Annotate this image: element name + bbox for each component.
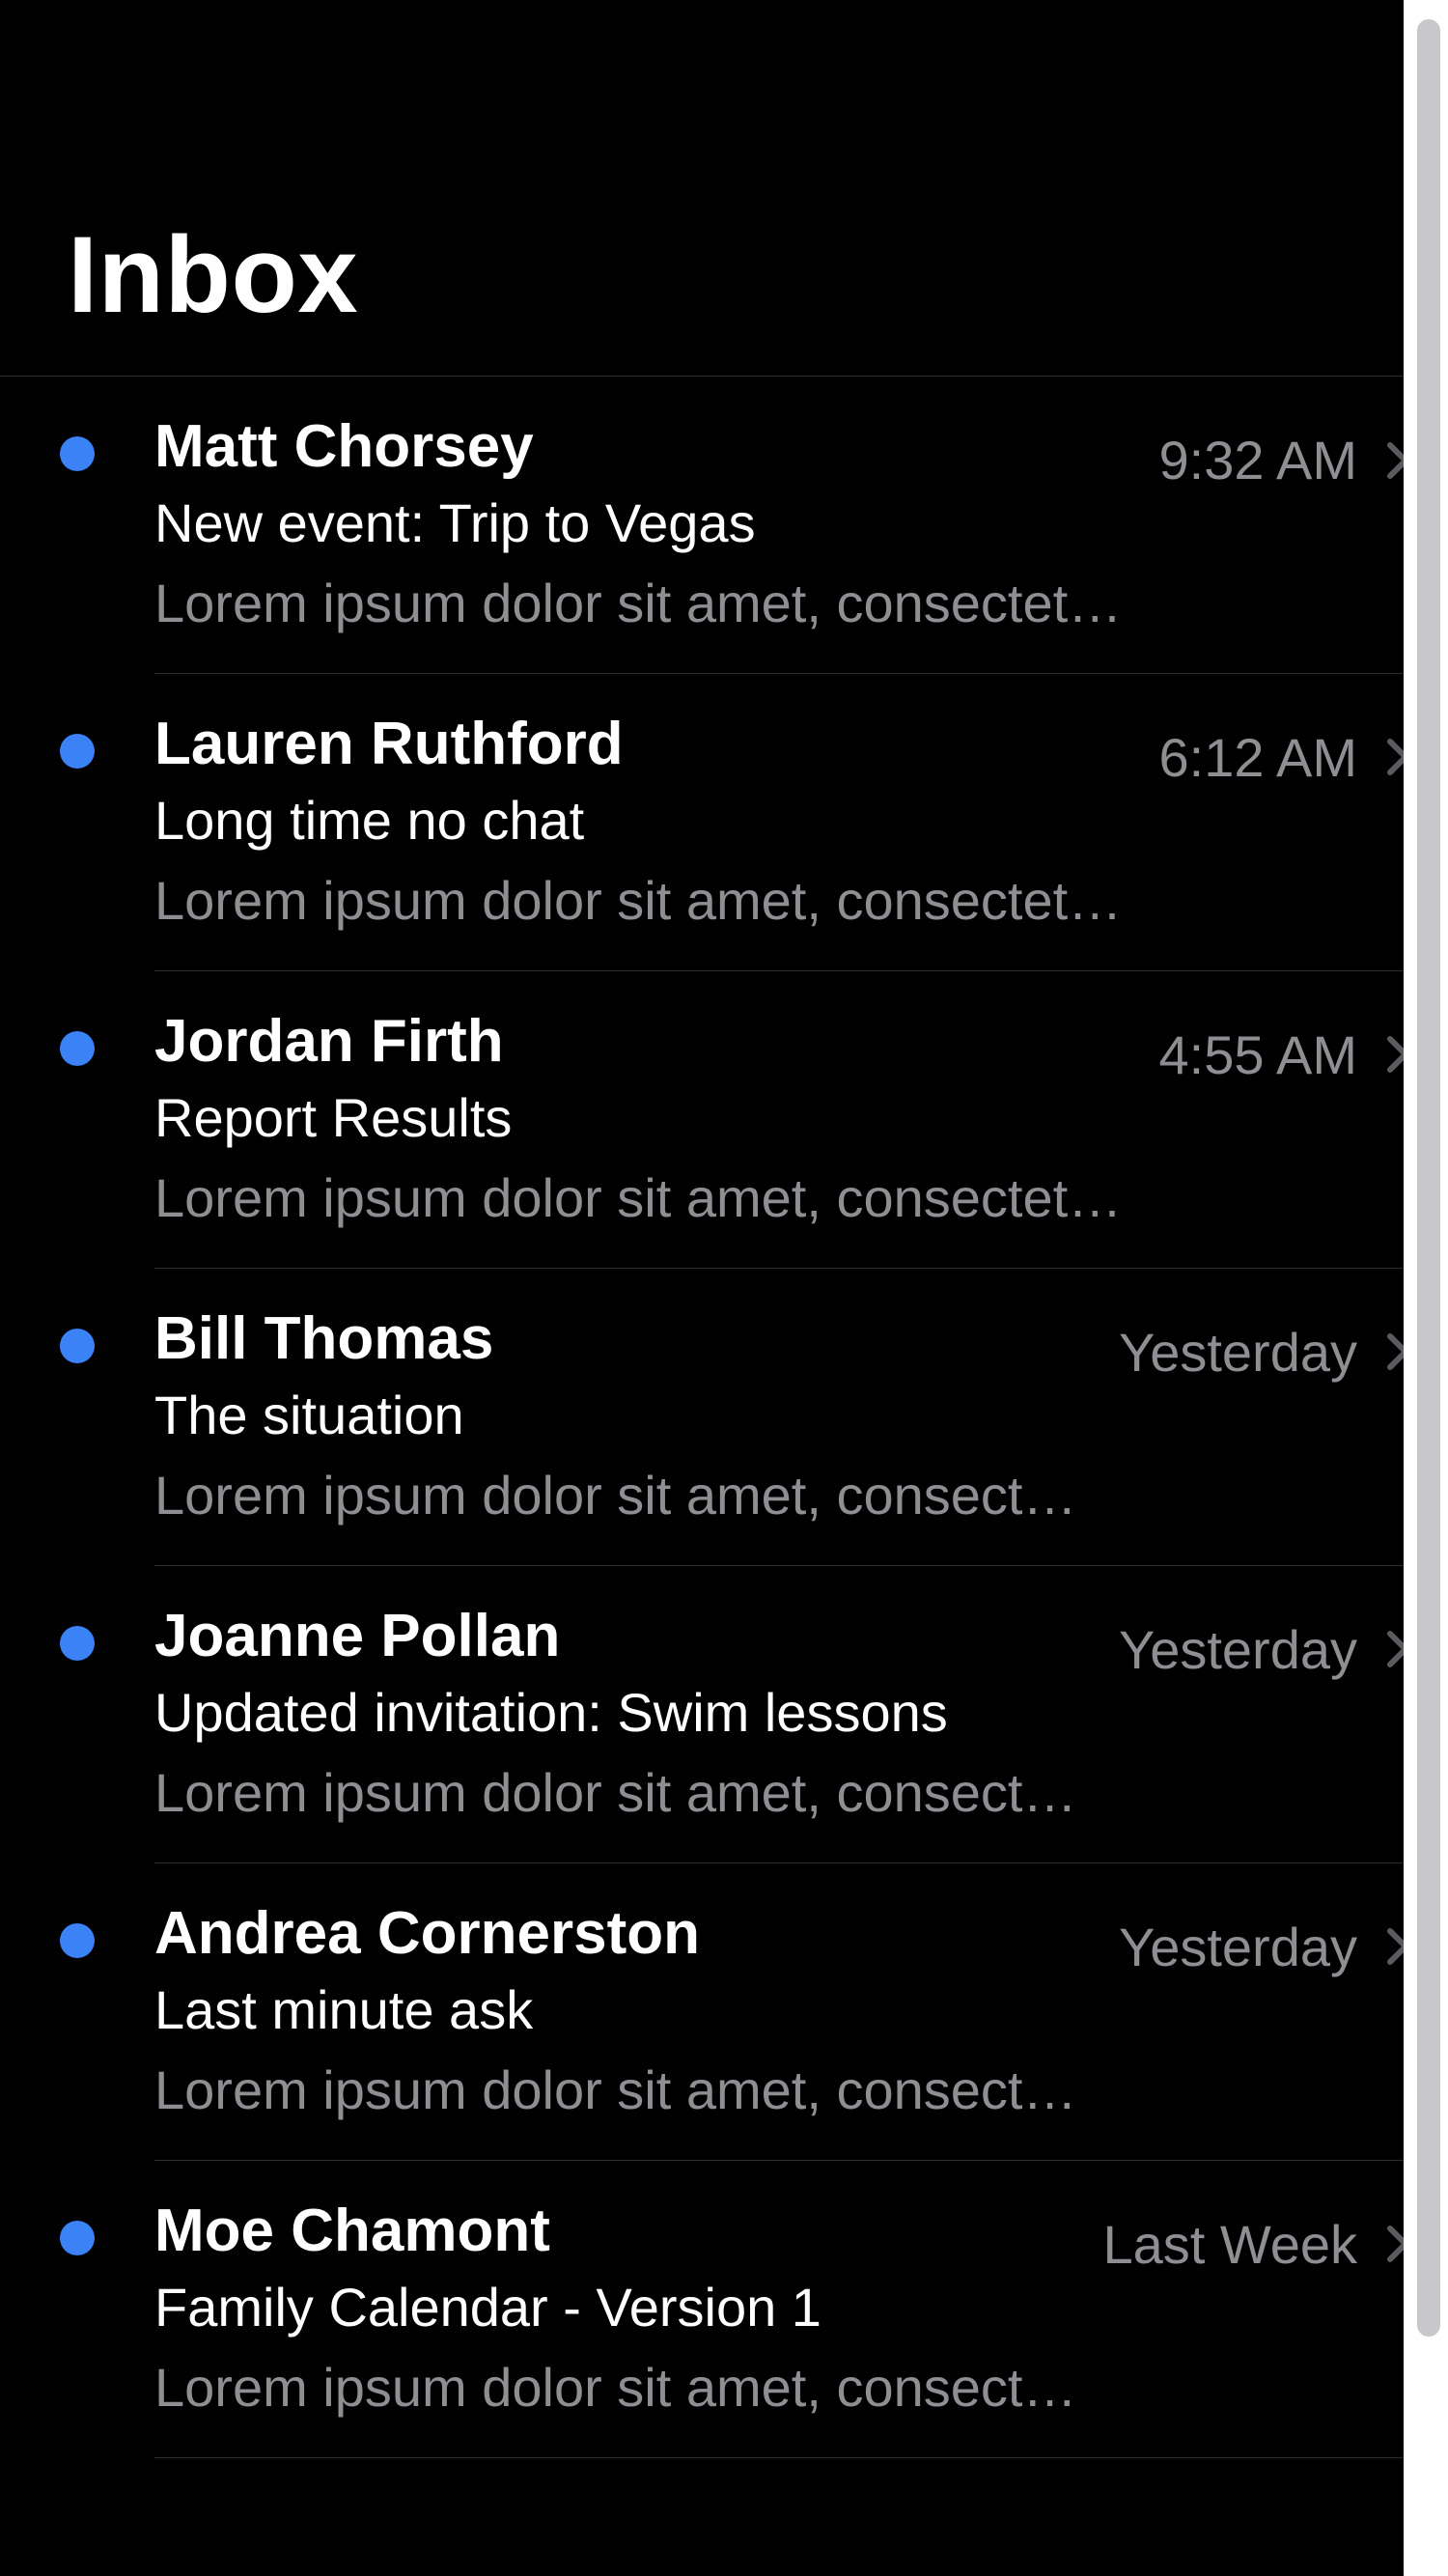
message-subject: Updated invitation: Swim lessons — [154, 1678, 1100, 1749]
message-subject: The situation — [154, 1381, 1100, 1451]
message-timestamp: 9:32 AM — [1159, 429, 1357, 491]
message-item[interactable]: Matt ChorseyNew event: Trip to Vegas Lore… — [0, 377, 1448, 674]
message-timestamp: Yesterday — [1119, 1618, 1357, 1681]
message-item[interactable]: Joanne PollanUpdated invitation: Swim le… — [0, 1566, 1448, 1863]
message-meta: Yesterday — [1119, 1898, 1409, 1978]
message-item[interactable]: Jordan FirthReport Results Lorem ipsum do… — [0, 971, 1448, 1269]
message-preview: Lorem ipsum dolor sit amet, consectetur … — [154, 1758, 1100, 1829]
inbox-viewport: Inbox Matt ChorseyNew event: Trip to Veg… — [0, 0, 1448, 2576]
message-item[interactable]: Bill ThomasThe situation Lorem ipsum dolo… — [0, 1269, 1448, 1566]
message-content: Lauren RuthfordLong time no chat Lorem ip… — [154, 709, 1159, 937]
message-sender: Moe Chamont — [154, 2196, 1083, 2267]
unread-dot-icon — [60, 1626, 95, 1661]
unread-indicator-column — [0, 1006, 154, 1066]
message-preview: Lorem ipsum dolor sit amet, consectetur … — [154, 1163, 1140, 1234]
unread-dot-icon — [60, 436, 95, 471]
scrollbar[interactable] — [1417, 19, 1440, 2337]
message-subject: Long time no chat — [154, 786, 1140, 856]
unread-dot-icon — [60, 2221, 95, 2255]
message-subject: Family Calendar - Version 1 — [154, 2273, 1083, 2343]
message-sender: Lauren Ruthford — [154, 709, 1140, 780]
message-content: Moe ChamontFamily Calendar - Version 1 Lo… — [154, 2196, 1102, 2423]
message-content: Andrea CornerstonLast minute ask Lorem ip… — [154, 1898, 1119, 2126]
message-content: Joanne PollanUpdated invitation: Swim le… — [154, 1601, 1119, 1829]
message-sender: Jordan Firth — [154, 1006, 1140, 1078]
message-content: Jordan FirthReport Results Lorem ipsum do… — [154, 1006, 1159, 1234]
message-meta: 9:32 AM — [1159, 411, 1409, 491]
message-timestamp: 6:12 AM — [1159, 726, 1357, 789]
unread-indicator-column — [0, 2196, 154, 2255]
unread-indicator-column — [0, 709, 154, 769]
message-sender: Matt Chorsey — [154, 411, 1140, 483]
message-meta: 4:55 AM — [1159, 1006, 1409, 1086]
unread-dot-icon — [60, 1923, 95, 1958]
message-sender: Joanne Pollan — [154, 1601, 1100, 1672]
message-preview: Lorem ipsum dolor sit amet, consectetur … — [154, 1461, 1100, 1531]
message-timestamp: Yesterday — [1119, 1321, 1357, 1384]
message-meta: Last Week — [1102, 2196, 1409, 2276]
message-item[interactable]: Lauren RuthfordLong time no chat Lorem ip… — [0, 674, 1448, 971]
message-timestamp: Yesterday — [1119, 1916, 1357, 1978]
message-sender: Andrea Cornerston — [154, 1898, 1100, 1970]
unread-dot-icon — [60, 1329, 95, 1363]
message-meta: Yesterday — [1119, 1303, 1409, 1384]
message-list[interactable]: Matt ChorseyNew event: Trip to Vegas Lore… — [0, 377, 1448, 2458]
message-meta: Yesterday — [1119, 1601, 1409, 1681]
message-timestamp: 4:55 AM — [1159, 1023, 1357, 1086]
message-item[interactable]: Moe ChamontFamily Calendar - Version 1 Lo… — [0, 2161, 1448, 2458]
unread-indicator-column — [0, 1601, 154, 1661]
message-subject: Report Results — [154, 1083, 1140, 1154]
message-subject: New event: Trip to Vegas — [154, 489, 1140, 559]
message-preview: Lorem ipsum dolor sit amet, consectetur … — [154, 2353, 1083, 2423]
unread-dot-icon — [60, 1031, 95, 1066]
unread-indicator-column — [0, 1898, 154, 1958]
message-content: Matt ChorseyNew event: Trip to Vegas Lore… — [154, 411, 1159, 639]
message-meta: 6:12 AM — [1159, 709, 1409, 789]
unread-dot-icon — [60, 734, 95, 769]
message-preview: Lorem ipsum dolor sit amet, consectetur … — [154, 866, 1140, 937]
message-content: Bill ThomasThe situation Lorem ipsum dolo… — [154, 1303, 1119, 1531]
list-divider — [154, 2457, 1448, 2458]
message-preview: Lorem ipsum dolor sit amet, consectetur … — [154, 569, 1140, 639]
unread-indicator-column — [0, 411, 154, 471]
page-title: Inbox — [68, 212, 1380, 337]
unread-indicator-column — [0, 1303, 154, 1363]
message-subject: Last minute ask — [154, 1975, 1100, 2046]
page-header: Inbox — [0, 0, 1448, 377]
message-preview: Lorem ipsum dolor sit amet, consectetur … — [154, 2056, 1100, 2126]
message-item[interactable]: Andrea CornerstonLast minute ask Lorem ip… — [0, 1863, 1448, 2161]
message-sender: Bill Thomas — [154, 1303, 1100, 1375]
message-timestamp: Last Week — [1102, 2213, 1357, 2276]
